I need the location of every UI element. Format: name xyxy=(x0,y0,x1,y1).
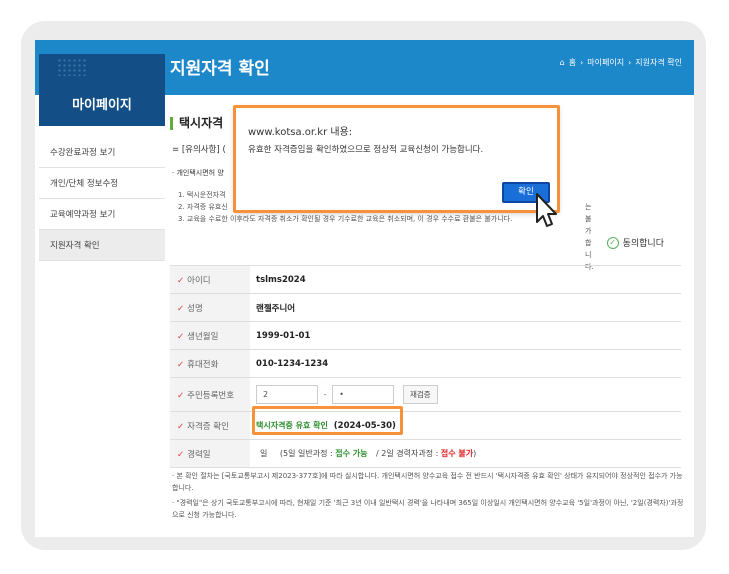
field-label: ✓ 휴대전화 xyxy=(170,349,250,378)
sidebar-menu: 수강완료과정 보기 개인/단체 정보수정 교육예약과정 보기 지원자격 확인 xyxy=(39,137,165,261)
rrn-second-input[interactable]: • xyxy=(332,385,395,404)
rule-item-tail: 니다. xyxy=(497,215,513,223)
table-row: ✓ 휴대전화 010-1234-1234 xyxy=(170,349,681,378)
career-general-status: 접수 가능 xyxy=(335,449,368,458)
rrn-first-input[interactable]: 2 xyxy=(256,385,318,404)
table-row: ✓ 자격증 확인 택시자격증 유효 확인 (2024-05-30) xyxy=(170,411,681,440)
sidebar-item-completed-courses[interactable]: 수강완료과정 보기 xyxy=(39,137,165,168)
recheck-button[interactable]: 재검증 xyxy=(403,385,438,404)
check-mark-icon: ✓ xyxy=(177,390,185,401)
field-value-name: 랜젤주니어 xyxy=(250,293,681,322)
breadcrumb-home[interactable]: 홈 xyxy=(569,57,576,68)
field-value-birthdate: 1999-01-01 xyxy=(250,321,681,350)
chevron-right-icon: › xyxy=(580,58,584,67)
footnote-item: · 본 확인 절차는 [국토교통부고시 제2023-377호]에 따라 실시합니… xyxy=(172,472,683,492)
field-value-id: tslms2024 xyxy=(250,265,681,294)
check-mark-icon: ✓ xyxy=(177,303,185,314)
check-mark-icon: ✓ xyxy=(177,275,185,286)
rule-item: 3. 교육을 수료한 이후라도 자격증 취소가 확인될 경우 기수료한 교육은 … xyxy=(178,215,513,223)
dot-pattern-decoration xyxy=(57,58,87,76)
sidebar-item-qualification-check[interactable]: 지원자격 확인 xyxy=(39,230,165,261)
chevron-right-icon: › xyxy=(628,58,632,67)
sidebar-item-edit-profile[interactable]: 개인/단체 정보수정 xyxy=(39,168,165,199)
field-label: ✓ 주민등록번호 xyxy=(170,377,250,412)
home-icon[interactable]: ⌂ xyxy=(560,58,565,67)
dialog-highlight-box xyxy=(233,105,560,213)
career-experienced-status: 접수 불가 xyxy=(440,449,474,458)
sidebar-header: 마이페이지 xyxy=(39,54,165,126)
table-row: ✓ 아이디 tslms2024 xyxy=(170,265,681,294)
breadcrumb: ⌂ 홈 › 마이페이지 › 지원자격 확인 xyxy=(560,57,682,68)
field-label: ✓ 자격증 확인 xyxy=(170,411,250,440)
mouse-pointer-icon xyxy=(536,193,557,227)
agree-label: 동의합니다 xyxy=(622,239,664,249)
table-row: ✓ 성명 랜젤주니어 xyxy=(170,293,681,322)
career-cell: 일 (5일 일반과정 : 접수 가능 / 2일 경력자과정 : 접수 불가) xyxy=(250,439,681,468)
footnote-item: · "경력일"은 상기 국토교통부고시에 따라, 현재일 기준 '최근 3년 이… xyxy=(172,499,684,519)
check-mark-icon: ✓ xyxy=(177,421,185,432)
field-label: ✓ 성명 xyxy=(170,293,250,322)
field-value-phone: 010-1234-1234 xyxy=(250,349,681,378)
sidebar-item-reserved-courses[interactable]: 교육예약과정 보기 xyxy=(39,199,165,230)
breadcrumb-current: 지원자격 확인 xyxy=(635,58,682,67)
field-label: ✓ 생년월일 xyxy=(170,321,250,350)
table-row: ✓ 생년월일 1999-01-01 xyxy=(170,321,681,350)
breadcrumb-mypage[interactable]: 마이페이지 xyxy=(587,57,624,68)
field-label: ✓ 경력일 xyxy=(170,439,250,468)
sidebar-title: 마이페이지 xyxy=(72,98,132,113)
page-title: 지원자격 확인 xyxy=(170,59,270,79)
applicant-info-table: ✓ 아이디 tslms2024 ✓ 성명 랜젤주니어 ✓ 생년월일 1999-01-0… xyxy=(170,265,681,468)
check-circle-icon[interactable]: ✓ xyxy=(606,236,619,249)
check-mark-icon: ✓ xyxy=(177,359,185,370)
rrn-separator: - xyxy=(323,390,327,399)
section-subtitle: 택시자격 xyxy=(170,117,223,130)
notice-heading: = [유의사항] ( xyxy=(172,145,226,155)
section-label: · 개인택시면허 양 xyxy=(172,169,224,177)
footnotes: · 본 확인 절차는 [국토교통부고시 제2023-377호]에 따라 실시합니… xyxy=(172,470,687,521)
career-general-label: (5일 일반과정 : xyxy=(279,449,333,458)
career-unit: 일 xyxy=(260,449,268,458)
check-mark-icon: ✓ xyxy=(177,449,185,460)
field-label: ✓ 아이디 xyxy=(170,265,250,294)
table-row: ✓ 주민등록번호 2 - • 재검증 xyxy=(170,377,681,412)
check-mark-icon: ✓ xyxy=(177,331,185,342)
career-experienced-label: / 2일 경력자과정 : xyxy=(376,449,439,458)
license-highlight-box xyxy=(252,406,403,435)
agree-checkbox[interactable]: ✓ 동의합니다 xyxy=(606,236,664,249)
table-row: ✓ 경력일 일 (5일 일반과정 : 접수 가능 / 2일 경력자과정 : 접수 … xyxy=(170,439,681,468)
rule-item-tail: 는 불가합니다. xyxy=(585,203,594,271)
